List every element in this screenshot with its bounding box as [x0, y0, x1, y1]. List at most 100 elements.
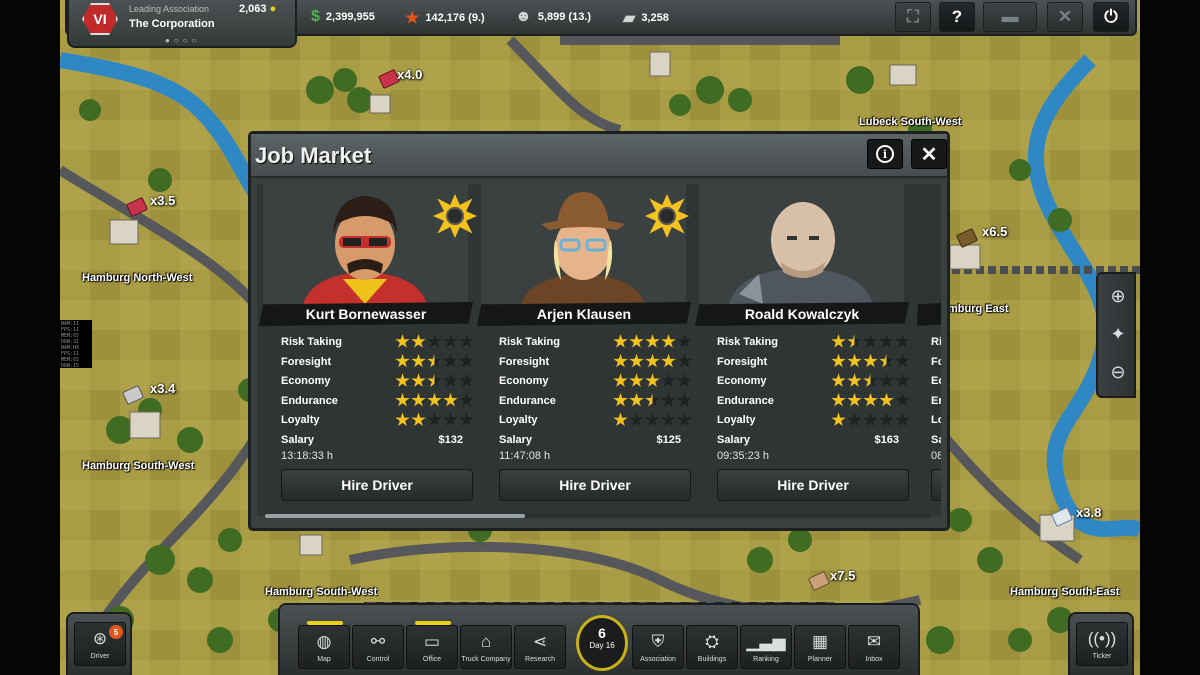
- truck-button[interactable]: ▬: [983, 2, 1037, 32]
- star-icon: [661, 353, 676, 368]
- nav-truck-company-button[interactable]: ⌂ Truck Company: [460, 625, 512, 669]
- broadcast-icon: ((•)): [1087, 629, 1117, 648]
- city-label[interactable]: Lubeck South-West: [859, 116, 961, 128]
- driver-button[interactable]: ⊛ Driver 5: [74, 622, 126, 666]
- star-icon: [677, 412, 692, 427]
- nav-inbox-button[interactable]: ✉ Inbox: [848, 625, 900, 669]
- right-letterbox: [1140, 0, 1200, 675]
- star-icon: [459, 373, 474, 387]
- nav-label: Planner: [807, 656, 833, 663]
- star-rating: [395, 392, 474, 408]
- nav-control-button[interactable]: ⚯ Control: [352, 625, 404, 669]
- star-icon: [879, 392, 894, 407]
- zoom-out-button[interactable]: ⊖: [1106, 360, 1130, 384]
- nav-planner-button[interactable]: ▦ Planner: [794, 625, 846, 669]
- hire-driver-button-partial[interactable]: [931, 469, 941, 501]
- stat-label: Economy: [281, 375, 331, 388]
- salary-value: $125: [656, 433, 681, 446]
- city-multiplier: x4.0: [397, 67, 423, 82]
- truck-icon: ▬: [1001, 7, 1019, 26]
- nav-label: Inbox: [865, 656, 883, 663]
- people-icon: ☻: [515, 8, 532, 25]
- driver-portrait: [263, 184, 468, 304]
- fullscreen-button[interactable]: ⛶: [895, 2, 931, 32]
- close-icon: ✕: [920, 143, 938, 166]
- page-dots[interactable]: ●○○○: [165, 36, 200, 45]
- star-rating: [831, 353, 910, 369]
- star-icon: [677, 334, 692, 348]
- help-button[interactable]: ?: [939, 2, 975, 32]
- nav-office-button[interactable]: ▭ Office: [406, 621, 458, 669]
- stat-row: Economy: [281, 373, 475, 393]
- compass-button[interactable]: ✦: [1106, 322, 1130, 346]
- salary-label: Sa: [931, 433, 941, 446]
- trucks-value: 3,258: [641, 12, 669, 24]
- day-counter[interactable]: 6 Day 16: [576, 615, 628, 671]
- nav-buildings-button[interactable]: ⛭ Buildings: [686, 625, 738, 669]
- stat-label: Endurance: [717, 394, 774, 407]
- stat-row: En: [931, 393, 941, 413]
- salary-label: Salary: [281, 433, 315, 446]
- city-label[interactable]: mburg East: [948, 303, 1009, 315]
- stat-row: Risk Taking: [717, 334, 911, 354]
- dialog-header: Job Market i ✕: [251, 134, 947, 178]
- star-icon: [645, 392, 660, 407]
- star-icon: [847, 353, 862, 368]
- nav-association-button[interactable]: ⛨ Association: [632, 625, 684, 669]
- star-icon: [395, 412, 410, 427]
- star-icon: [645, 334, 660, 348]
- star-rating: [831, 392, 910, 408]
- debug-overlay: NAM:11 FPS:11 MEM:65 DRW:31 NAM:HX FPS:11 MEM:…: [60, 320, 92, 369]
- salary-value: $163: [874, 433, 899, 446]
- salary-row: Salary $163: [717, 432, 911, 452]
- nav-ranking-button[interactable]: ▁▃▅ Ranking: [740, 625, 792, 669]
- driver-card: Kurt Bornewasser Risk Taking Foresight E…: [259, 184, 477, 514]
- star-rating: [395, 373, 474, 388]
- star-icon: [427, 373, 442, 387]
- star-rating: [831, 412, 910, 427]
- zoom-in-button[interactable]: ⊕: [1106, 284, 1130, 308]
- stat-row: Endurance: [281, 392, 475, 413]
- star-icon: [863, 353, 878, 368]
- driver-name: Arjen Klausen: [477, 302, 691, 326]
- city-label[interactable]: Hamburg North-West: [82, 272, 192, 284]
- scrollbar-thumb[interactable]: [265, 514, 525, 518]
- association-icon: ⛨: [651, 632, 665, 651]
- close-button[interactable]: ✕: [911, 139, 947, 169]
- horizontal-scrollbar[interactable]: [265, 514, 931, 518]
- nav-map-button[interactable]: ◍ Map: [298, 621, 350, 669]
- star-icon: [645, 353, 660, 368]
- city-label[interactable]: Hamburg South-West: [82, 460, 194, 472]
- driver-stats: Risk Taking Foresight Economy Endurance …: [717, 334, 911, 452]
- stat-row: Loyalty: [281, 412, 475, 432]
- city-label[interactable]: Hamburg South-East: [1010, 586, 1119, 598]
- nav-research-button[interactable]: ⋖ Research: [514, 625, 566, 669]
- star-rank-icon: ★: [405, 10, 420, 27]
- power-button[interactable]: ⏻: [1093, 2, 1129, 32]
- globe-icon: ◍: [316, 632, 332, 651]
- star-icon: [427, 392, 442, 407]
- star-icon: [629, 334, 644, 348]
- star-icon: [395, 373, 410, 387]
- driver-list[interactable]: Kurt Bornewasser Risk Taking Foresight E…: [257, 184, 941, 516]
- top-bar: VI Leading Association The Corporation 2…: [65, 0, 1137, 48]
- association-panel[interactable]: VI Leading Association The Corporation 2…: [67, 0, 297, 48]
- star-icon: [459, 334, 474, 348]
- hire-driver-button[interactable]: Hire Driver: [499, 469, 691, 501]
- hire-driver-button[interactable]: Hire Driver: [281, 469, 473, 501]
- driver-count-badge: 5: [109, 625, 123, 639]
- hire-driver-button[interactable]: Hire Driver: [717, 469, 909, 501]
- star-icon: [831, 334, 846, 348]
- stat-label: Loyalty: [717, 414, 756, 427]
- city-label[interactable]: Hamburg South-West: [265, 586, 377, 598]
- city-multiplier: x3.8: [1076, 505, 1102, 520]
- offer-timer: 13:18:33 h: [281, 450, 333, 462]
- stat-label: Foresight: [499, 355, 550, 368]
- tools-button[interactable]: ✕: [1047, 2, 1083, 32]
- ticker-button[interactable]: ((•)) Ticker: [1076, 622, 1128, 666]
- driver-stats: Risk Taking Foresight Economy Endurance …: [499, 334, 693, 452]
- info-button[interactable]: i: [867, 139, 903, 169]
- star-icon: [427, 412, 442, 427]
- star-icon: [831, 353, 846, 368]
- association-logo: VI: [82, 3, 118, 35]
